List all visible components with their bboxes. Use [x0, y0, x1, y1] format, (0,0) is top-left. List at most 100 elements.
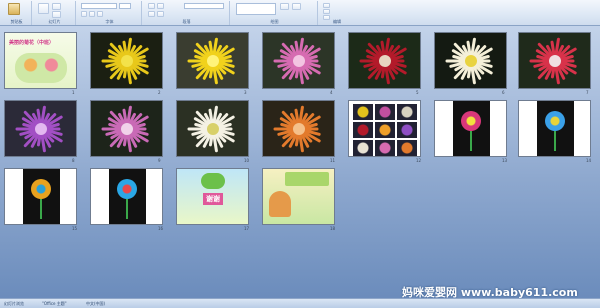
paste-icon[interactable] [8, 3, 20, 15]
slide-thumbnail[interactable] [518, 32, 591, 89]
craft-photo [453, 101, 490, 156]
slide-thumbnail[interactable] [348, 100, 421, 157]
layout-icon[interactable] [52, 3, 61, 10]
font-group: 字体 [78, 1, 142, 25]
drawing-group: 绘图 [232, 1, 318, 25]
flower-photo [273, 37, 321, 85]
slide-number: 14 [586, 158, 592, 163]
slide-thumbnail[interactable] [434, 32, 507, 89]
frog-illustration [201, 173, 225, 189]
slide-number: 9 [158, 158, 161, 163]
status-theme: "Office 主题" [42, 301, 67, 306]
group-label: 字体 [105, 19, 114, 24]
grid-photo [397, 140, 417, 156]
replace-icon[interactable] [323, 9, 330, 14]
slide-thumbnail[interactable] [4, 100, 77, 157]
craft-photo [537, 101, 574, 156]
slide-number: 4 [330, 90, 333, 95]
grid-photo [375, 122, 395, 138]
align-left-icon[interactable] [148, 11, 155, 17]
slide-thumbnail[interactable] [176, 32, 249, 89]
slide-thumbnail[interactable]: 美丽的菊花（中班） [4, 32, 77, 89]
slide-number: 3 [244, 90, 247, 95]
flower-photo [101, 37, 149, 85]
slide-title: 美丽的菊花（中班） [9, 40, 55, 46]
craft-photo [109, 169, 146, 224]
slide-thumbnail[interactable] [434, 100, 507, 157]
grid-photo [375, 140, 395, 156]
stem [126, 199, 128, 219]
numbering-icon[interactable] [157, 3, 164, 9]
slide-number: 13 [502, 158, 508, 163]
slide-thumbnail[interactable] [262, 168, 335, 225]
stem [40, 199, 42, 219]
status-view: 幻灯片浏览 [4, 301, 24, 306]
italic-icon[interactable] [89, 11, 95, 17]
stem [470, 131, 472, 151]
slide-number: 5 [416, 90, 419, 95]
align-center-icon[interactable] [157, 11, 164, 17]
underline-icon[interactable] [97, 11, 103, 17]
slide-thumbnail[interactable] [90, 168, 163, 225]
grid-photo [397, 104, 417, 120]
bold-icon[interactable] [81, 11, 87, 17]
bullets-icon[interactable] [148, 3, 155, 9]
paragraph-group: 段落 [144, 1, 230, 25]
mushroom-house [269, 191, 291, 217]
arrange-icon[interactable] [280, 3, 289, 10]
reset-icon[interactable] [52, 11, 61, 18]
flower-photo [445, 37, 493, 85]
grid-photo [375, 104, 395, 120]
group-label: 绘图 [270, 19, 279, 24]
new-slide-icon[interactable] [38, 3, 49, 14]
slide-number: 11 [330, 158, 336, 163]
slide-number: 18 [330, 226, 336, 231]
paper-flower [461, 111, 481, 131]
slide-thumbnail[interactable] [4, 168, 77, 225]
children-illustration [15, 53, 67, 83]
slide-thumbnail[interactable] [176, 100, 249, 157]
flower-photo [187, 37, 235, 85]
paper-flower [117, 179, 137, 199]
flower-photo [273, 105, 321, 153]
slide-thumbnail[interactable] [262, 32, 335, 89]
grid-photo [353, 122, 373, 138]
shapes-gallery[interactable] [236, 3, 276, 15]
quick-styles-icon[interactable] [292, 3, 301, 10]
status-bar: 幻灯片浏览 "Office 主题" 中文(中国) [0, 298, 600, 308]
slide-sorter: 美丽的菊花（中班） 1 2 3 4 5 6 7 8 9 10 11 12 13 14 15 16 谢谢 17 18 [0, 26, 600, 298]
paper-flower [31, 179, 51, 199]
flower-photo [529, 37, 577, 85]
font-size-box[interactable] [119, 3, 131, 9]
slide-number: 15 [72, 226, 78, 231]
thanks-text: 谢谢 [203, 193, 223, 205]
group-label: 剪贴板 [10, 19, 23, 24]
text-direction-box[interactable] [184, 3, 224, 9]
slide-thumbnail[interactable] [262, 100, 335, 157]
grid-photo [397, 122, 417, 138]
grid-photo [353, 140, 373, 156]
slide-thumbnail[interactable] [90, 32, 163, 89]
flower-photo [15, 105, 63, 153]
slide-number: 10 [244, 158, 250, 163]
find-icon[interactable] [323, 3, 330, 8]
clipboard-group: 剪贴板 [2, 1, 32, 25]
group-label: 段落 [182, 19, 191, 24]
group-label: 编辑 [333, 19, 341, 24]
paper-flower [545, 111, 565, 131]
flower-photo [101, 105, 149, 153]
stem [554, 131, 556, 151]
slide-number: 7 [586, 90, 589, 95]
slide-thumbnail[interactable] [518, 100, 591, 157]
flower-photo [359, 37, 407, 85]
slide-number: 6 [502, 90, 505, 95]
slide-thumbnail[interactable] [90, 100, 163, 157]
slide-number: 17 [244, 226, 250, 231]
craft-photo [23, 169, 60, 224]
sign-board [285, 172, 329, 186]
slides-group: 幻灯片 [34, 1, 76, 25]
slide-thumbnail[interactable]: 谢谢 [176, 168, 249, 225]
font-name-box[interactable] [81, 3, 117, 9]
slide-number: 16 [158, 226, 164, 231]
slide-thumbnail[interactable] [348, 32, 421, 89]
